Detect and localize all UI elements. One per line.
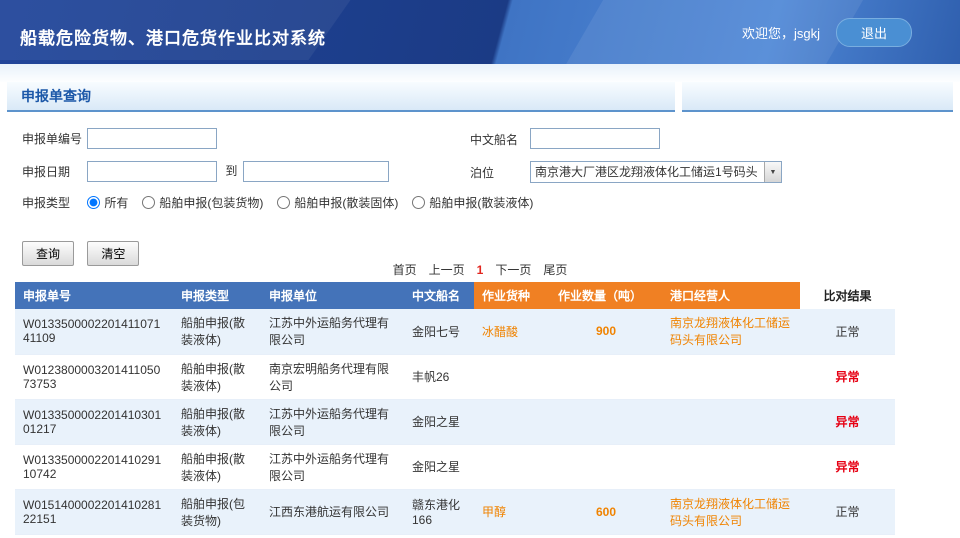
- radio-input[interactable]: [412, 196, 425, 209]
- declaration-type-label: 申报类型: [22, 194, 84, 211]
- column-header: 作业货种: [474, 282, 550, 309]
- date-to-label: 到: [225, 162, 237, 179]
- declaration-no-label: 申报单编号: [22, 130, 84, 147]
- cell-type: 船舶申报(散装液体): [173, 444, 261, 489]
- table-row: W013350000220141029110742船舶申报(散装液体)江苏中外运…: [15, 444, 895, 489]
- cell-type: 船舶申报(散装液体): [173, 399, 261, 444]
- cell-qty: 900: [550, 309, 662, 354]
- cell-result: 正常: [800, 489, 895, 534]
- declaration-type-radios: 所有 船舶申报(包装货物) 船舶申报(散装固体) 船舶申报(散装液体): [87, 194, 533, 211]
- cell-operator: [662, 354, 800, 399]
- cell-agency: 南京宏明船务代理有限公司: [261, 354, 404, 399]
- radio-label: 船舶申报(散装固体): [294, 194, 398, 211]
- clear-button[interactable]: 清空: [87, 241, 139, 266]
- cell-ship: 金阳之星: [404, 399, 474, 444]
- column-header: 申报单号: [15, 282, 173, 309]
- radio-label: 所有: [104, 194, 128, 211]
- berth-select[interactable]: 南京港大厂港区龙翔液体化工储运1号码头 ▼: [530, 161, 782, 183]
- table-header-row: 申报单号申报类型申报单位中文船名作业货种作业数量（吨）港口经营人比对结果: [15, 282, 895, 309]
- cell-type: 船舶申报(散装液体): [173, 309, 261, 354]
- cell-cargo: [474, 399, 550, 444]
- cell-agency: 江苏中外运船务代理有限公司: [261, 444, 404, 489]
- column-header: 作业数量（吨）: [550, 282, 662, 309]
- berth-label: 泊位: [470, 164, 532, 181]
- column-header: 申报单位: [261, 282, 404, 309]
- cell-agency: 江苏中外运船务代理有限公司: [261, 399, 404, 444]
- cell-qty: [550, 444, 662, 489]
- column-header: 中文船名: [404, 282, 474, 309]
- radio-label: 船舶申报(包装货物): [159, 194, 263, 211]
- radio-input[interactable]: [142, 196, 155, 209]
- query-button[interactable]: 查询: [22, 241, 74, 266]
- radio-label: 船舶申报(散装液体): [429, 194, 533, 211]
- app-title: 船载危险货物、港口危货作业比对系统: [20, 24, 326, 49]
- cell-cargo: 甲醇: [474, 489, 550, 534]
- page-title: 申报单查询: [21, 86, 91, 106]
- cell-ship: 赣东港化166: [404, 489, 474, 534]
- column-header: 申报类型: [173, 282, 261, 309]
- radio-option[interactable]: 船舶申报(散装固体): [277, 194, 398, 211]
- radio-input[interactable]: [277, 196, 290, 209]
- ship-name-input[interactable]: [530, 128, 660, 149]
- cell-operator: [662, 399, 800, 444]
- table-row: W013350000220141030101217船舶申报(散装液体)江苏中外运…: [15, 399, 895, 444]
- radio-input[interactable]: [87, 196, 100, 209]
- table-row: W013350000220141107141109船舶申报(散装液体)江苏中外运…: [15, 309, 895, 354]
- cell-ship: 金阳之星: [404, 444, 474, 489]
- cell-operator: 南京龙翔液体化工储运码头有限公司: [662, 489, 800, 534]
- radio-option[interactable]: 船舶申报(包装货物): [142, 194, 263, 211]
- column-header: 港口经营人: [662, 282, 800, 309]
- chevron-down-icon: ▼: [764, 162, 781, 182]
- cell-agency: 江西东港航运有限公司: [261, 489, 404, 534]
- cell-operator: 南京龙翔液体化工储运码头有限公司: [662, 309, 800, 354]
- cell-result: 异常: [800, 354, 895, 399]
- welcome-text: 欢迎您，jsgkj: [742, 23, 820, 42]
- column-header: 比对结果: [800, 282, 895, 309]
- results-table: 申报单号申报类型申报单位中文船名作业货种作业数量（吨）港口经营人比对结果 W01…: [15, 282, 895, 535]
- cell-no: W013350000220141107141109: [15, 309, 173, 354]
- date-label: 申报日期: [22, 163, 84, 180]
- section-tab-bar: 申报单查询: [7, 82, 675, 112]
- cell-qty: [550, 354, 662, 399]
- cell-operator: [662, 444, 800, 489]
- cell-agency: 江苏中外运船务代理有限公司: [261, 309, 404, 354]
- radio-option[interactable]: 所有: [87, 194, 128, 211]
- cell-qty: 600: [550, 489, 662, 534]
- header-band: [0, 64, 960, 82]
- date-from-input[interactable]: [87, 161, 217, 182]
- section-panel-right: [682, 82, 953, 112]
- app-header: 船载危险货物、港口危货作业比对系统 欢迎您，jsgkj 退出: [0, 0, 960, 64]
- table-row: W012380000320141105073753船舶申报(散装液体)南京宏明船…: [15, 354, 895, 399]
- date-to-input[interactable]: [243, 161, 389, 182]
- cell-cargo: [474, 444, 550, 489]
- cell-type: 船舶申报(包装货物): [173, 489, 261, 534]
- cell-no: W013350000220141030101217: [15, 399, 173, 444]
- cell-no: W013350000220141029110742: [15, 444, 173, 489]
- cell-result: 异常: [800, 399, 895, 444]
- radio-option[interactable]: 船舶申报(散装液体): [412, 194, 533, 211]
- cell-no: W012380000320141105073753: [15, 354, 173, 399]
- ship-name-label: 中文船名: [470, 131, 532, 148]
- cell-type: 船舶申报(散装液体): [173, 354, 261, 399]
- berth-selected-value: 南京港大厂港区龙翔液体化工储运1号码头: [531, 162, 764, 182]
- cell-ship: 丰帆26: [404, 354, 474, 399]
- cell-result: 正常: [800, 309, 895, 354]
- cell-cargo: [474, 354, 550, 399]
- results-table-wrap: 申报单号申报类型申报单位中文船名作业货种作业数量（吨）港口经营人比对结果 W01…: [15, 282, 945, 535]
- cell-result: 异常: [800, 444, 895, 489]
- query-form: 申报单编号 中文船名 申报日期 到 泊位 南京港大厂港区龙翔液体化工储运1号码头…: [0, 112, 960, 258]
- declaration-no-input[interactable]: [87, 128, 217, 149]
- table-row: W015140000220141028122151船舶申报(包装货物)江西东港航…: [15, 489, 895, 534]
- cell-no: W015140000220141028122151: [15, 489, 173, 534]
- logout-button[interactable]: 退出: [836, 18, 912, 47]
- cell-cargo: 冰醋酸: [474, 309, 550, 354]
- cell-ship: 金阳七号: [404, 309, 474, 354]
- table-body: W013350000220141107141109船舶申报(散装液体)江苏中外运…: [15, 309, 895, 534]
- cell-qty: [550, 399, 662, 444]
